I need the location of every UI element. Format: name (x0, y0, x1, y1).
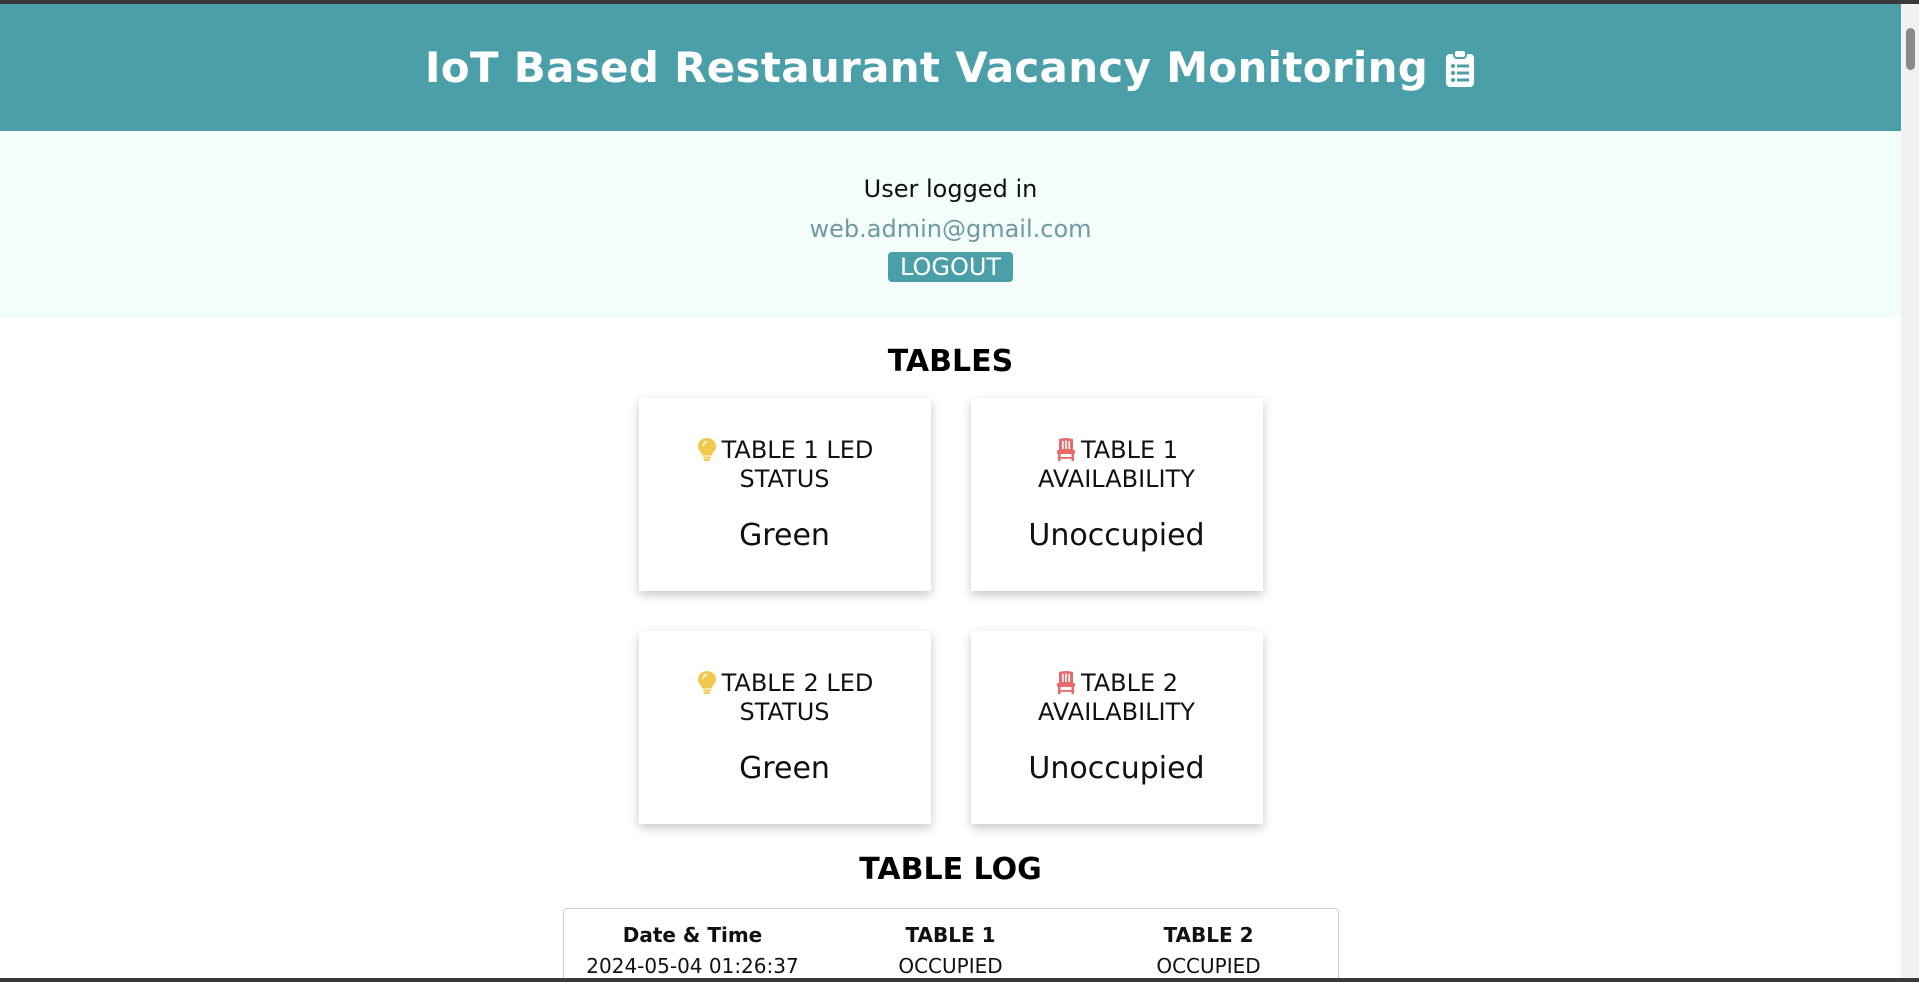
card-value: Green (739, 751, 830, 786)
column-header-datetime: Date & Time (622, 923, 763, 947)
card-value: Unoccupied (1028, 518, 1205, 553)
tables-card-grid: TABLE 1 LED STATUS Green TABLE 1 AVAILAB… (618, 398, 1284, 824)
vertical-scrollbar[interactable] (1901, 4, 1919, 978)
page-title-text: IoT Based Restaurant Vacancy Monitoring (424, 43, 1429, 92)
table-log-heading: TABLE LOG (859, 852, 1042, 887)
cell-datetime: 2024-05-04 01:26:37 (586, 954, 799, 978)
tables-heading: TABLES (887, 344, 1014, 379)
card-table1-led-status: TABLE 1 LED STATUS Green (638, 398, 931, 591)
column-header-table1: TABLE 1 (905, 923, 996, 947)
table-header-row: Date & Time TABLE 1 TABLE 2 (564, 919, 1338, 951)
card-table2-led-status: TABLE 2 LED STATUS Green (638, 631, 931, 824)
table-log-container: Date & Time TABLE 1 TABLE 2 2024-05-04 0… (562, 908, 1339, 978)
table-log: Date & Time TABLE 1 TABLE 2 2024-05-04 0… (564, 919, 1338, 978)
chair-icon (1055, 437, 1077, 461)
top-nav: IoT Based Restaurant Vacancy Monitoring (0, 4, 1901, 131)
card-title-text: TABLE 1 LED STATUS (721, 436, 874, 493)
cell-table1: OCCUPIED (898, 954, 1003, 978)
auth-bar: User logged in web.admin@gmail.com LOGOU… (0, 131, 1901, 318)
chair-icon (1055, 670, 1077, 694)
cell-table2: OCCUPIED (1156, 954, 1261, 978)
window-bottom-border (0, 978, 1919, 982)
logout-button[interactable]: LOGOUT (887, 252, 1014, 282)
card-title: TABLE 1 AVAILABILITY (1017, 436, 1217, 494)
card-table1-availability: TABLE 1 AVAILABILITY Unoccupied (970, 398, 1263, 591)
lightbulb-icon (696, 437, 718, 461)
lightbulb-icon (696, 670, 718, 694)
card-title-text: TABLE 2 LED STATUS (721, 669, 874, 726)
scrollbar-thumb[interactable] (1906, 28, 1915, 70)
clipboard-list-icon (1444, 48, 1476, 88)
table-row: 2024-05-04 01:26:37 OCCUPIED OCCUPIED (564, 951, 1338, 978)
column-header-table2: TABLE 2 (1163, 923, 1254, 947)
browser-viewport: IoT Based Restaurant Vacancy Monitoring (0, 0, 1919, 982)
card-title: TABLE 2 LED STATUS (685, 669, 885, 727)
card-value: Green (739, 518, 830, 553)
page-content: IoT Based Restaurant Vacancy Monitoring (0, 4, 1901, 978)
card-table2-availability: TABLE 2 AVAILABILITY Unoccupied (970, 631, 1263, 824)
user-email: web.admin@gmail.com (809, 215, 1092, 243)
card-value: Unoccupied (1028, 751, 1205, 786)
card-title: TABLE 1 LED STATUS (685, 436, 885, 494)
card-title: TABLE 2 AVAILABILITY (1017, 669, 1217, 727)
page-title: IoT Based Restaurant Vacancy Monitoring (425, 43, 1476, 92)
user-logged-in-label: User logged in (863, 175, 1038, 203)
